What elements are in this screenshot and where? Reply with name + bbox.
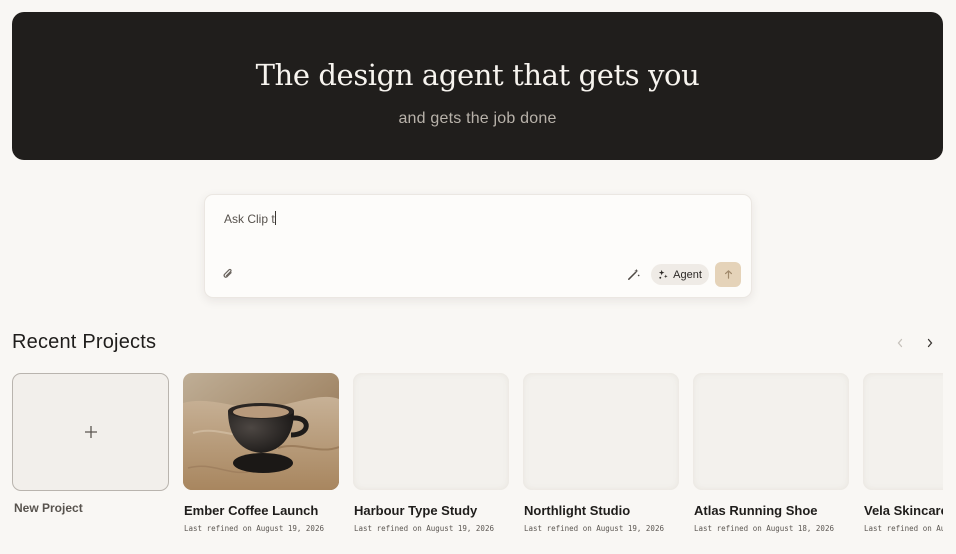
project-date: Last refined on August 18, 2026	[694, 524, 834, 533]
project-card-ember-coffee-launch[interactable]: Ember Coffee Launch Last refined on Augu…	[183, 372, 353, 554]
arrow-up-icon	[724, 270, 732, 279]
project-thumbnail	[863, 373, 943, 490]
magic-wand-icon[interactable]	[624, 265, 642, 283]
hero-title: The design agent that gets you	[255, 58, 700, 92]
coffee-cup-photo	[183, 373, 339, 490]
carousel-prev-button[interactable]	[892, 335, 908, 351]
new-project-card[interactable]	[12, 373, 169, 491]
project-thumbnail	[353, 373, 509, 490]
recent-projects-heading: Recent Projects	[12, 331, 157, 353]
project-title: Atlas Running Shoe	[694, 503, 818, 518]
project-title: Northlight Studio	[524, 503, 631, 518]
project-thumbnail	[183, 373, 339, 490]
prompt-input-text: Ask Clip t	[224, 212, 275, 226]
project-card-harbour-type-study[interactable]: Harbour Type Study Last refined on Augus…	[353, 372, 523, 554]
project-card-vela-skincare[interactable]: Vela Skincare Last refined on Aug	[863, 372, 943, 554]
project-thumbnail	[693, 373, 849, 490]
project-title: Ember Coffee Launch	[184, 503, 319, 518]
project-card-atlas-running-shoe[interactable]: Atlas Running Shoe Last refined on Augus…	[693, 372, 863, 554]
agent-label: Agent	[673, 268, 702, 281]
project-date: Last refined on August 19, 2026	[524, 524, 664, 533]
paperclip-icon[interactable]	[219, 265, 237, 283]
text-caret	[274, 211, 276, 225]
new-project-label: New Project	[14, 501, 83, 515]
chevron-right-icon	[927, 338, 933, 348]
chevron-left-icon	[897, 338, 903, 348]
agent-mode-button[interactable]: Agent	[651, 264, 709, 285]
project-date: Last refined on August 19, 2026	[184, 524, 324, 533]
project-thumbnail	[523, 373, 679, 490]
project-title: Vela Skincare	[864, 503, 943, 518]
project-title: Harbour Type Study	[354, 503, 478, 518]
send-button[interactable]	[715, 262, 741, 287]
project-date: Last refined on August 19, 2026	[354, 524, 494, 533]
hero-banner: The design agent that gets you and gets …	[12, 12, 943, 160]
recent-projects-carousel: New Project Ember Coffee Launch Last ref…	[12, 372, 943, 554]
plus-icon	[84, 426, 97, 438]
carousel-next-button[interactable]	[922, 335, 938, 351]
project-date: Last refined on Aug	[864, 524, 943, 533]
sparkles-icon	[659, 269, 668, 279]
hero-subtitle: and gets the job done	[398, 110, 557, 127]
prompt-input[interactable]: Ask Clip t	[224, 211, 276, 226]
prompt-box[interactable]: Ask Clip t Agent	[204, 194, 752, 298]
project-card-northlight-studio[interactable]: Northlight Studio Last refined on August…	[523, 372, 693, 554]
